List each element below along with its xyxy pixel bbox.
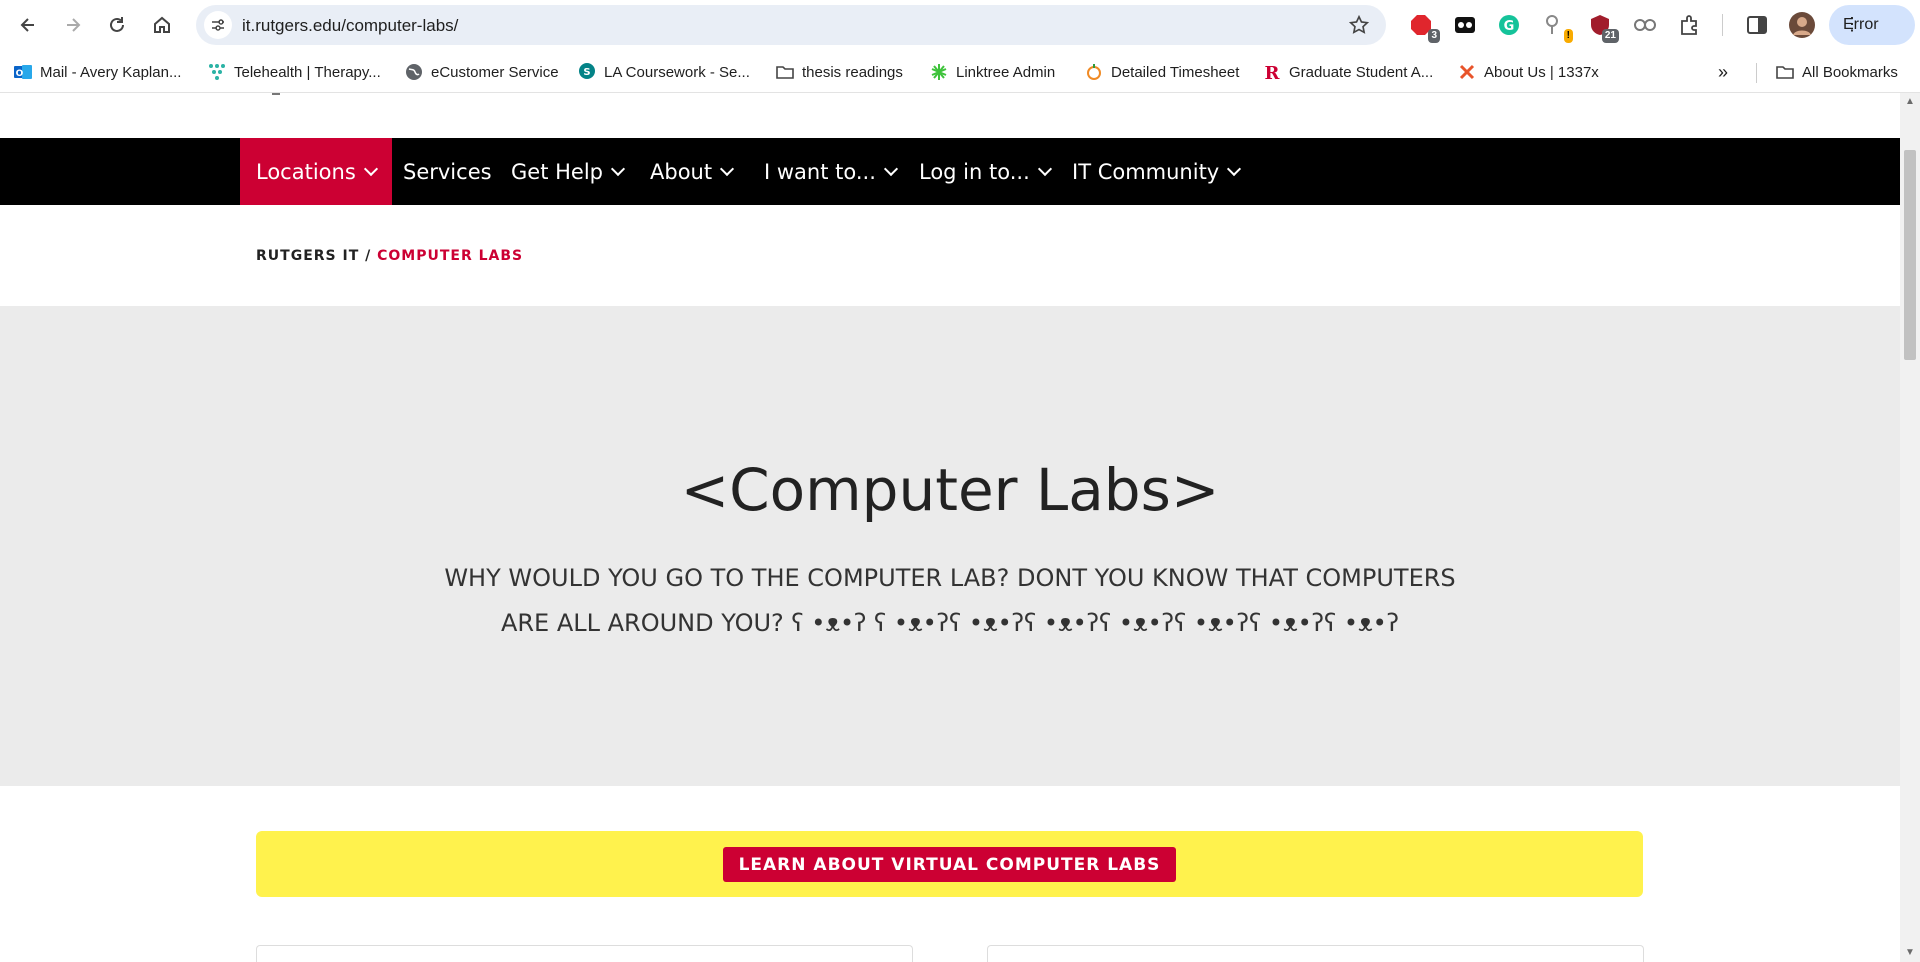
bookmark-item[interactable]: Linktree Admin [930,61,1055,83]
nav-item-get-help[interactable]: Get Help [511,138,626,205]
bookmark-item[interactable]: S LA Coursework - Se... [578,61,750,83]
site-info-icon[interactable] [204,11,232,39]
toolbar-divider [1722,14,1723,36]
browser-toolbar: it.rutgers.edu/computer-labs/ 3 G ! 21 E… [0,0,1920,50]
dots-icon [208,63,226,81]
lab-card [987,945,1644,962]
main-navigation: Locations Services Get Help About I want… [0,138,1900,205]
scroll-down-arrow-icon[interactable]: ▼ [1905,948,1915,958]
bookmarks-bar: O Mail - Avery Kaplan... Telehealth | Th… [0,50,1920,93]
timesheet-icon [1085,63,1103,81]
x-icon [1458,63,1476,81]
address-bar[interactable]: it.rutgers.edu/computer-labs/ [196,5,1386,45]
breadcrumb-home-link[interactable]: RUTGERS IT [256,248,359,264]
password-icon[interactable]: ! [1541,12,1573,43]
page-title: <Computer Labs> [680,456,1220,524]
breadcrumb-current: COMPUTER LABS [377,248,524,264]
grammarly-icon[interactable]: G [1496,12,1522,38]
chevron-down-icon [1037,161,1052,176]
chevron-down-icon [610,161,626,176]
outlook-icon: O [14,63,32,81]
hero-subtitle: WHY WOULD YOU GO TO THE COMPUTER LAB? DO… [444,564,1456,637]
scrollbar[interactable]: ▲ ▼ [1900,93,1920,962]
breadcrumb-separator: / [359,248,378,264]
chevron-down-icon [883,161,898,176]
back-arrow-icon [20,18,34,32]
mask-icon[interactable] [1452,12,1478,38]
all-bookmarks-button[interactable]: All Bookmarks [1776,61,1898,83]
side-panel-icon[interactable] [1744,12,1770,38]
folder-icon [1776,63,1794,81]
bookmarks-overflow-chevron-icon[interactable]: » [1718,61,1728,83]
puzzle-icon[interactable] [1677,12,1703,38]
chevron-down-icon [363,161,378,176]
url-text[interactable]: it.rutgers.edu/computer-labs/ [242,16,458,36]
nav-item-log-in-to[interactable]: Log in to... [919,138,1052,205]
svg-text:G: G [1504,19,1515,34]
rutgers-r-icon: R [1263,63,1281,81]
adblock-icon[interactable]: 3 [1408,12,1440,43]
link-icon[interactable] [1632,12,1658,38]
home-button[interactable] [148,11,176,39]
bookmark-item[interactable]: eCustomer Service [405,61,559,83]
page-viewport: Locations Services Get Help About I want… [0,93,1900,962]
bookmark-item[interactable]: R Graduate Student A... [1263,61,1434,83]
profile-error-button[interactable]: Error ⋮ [1829,5,1915,45]
bookmark-item[interactable]: O Mail - Avery Kaplan... [14,61,181,83]
bookmark-item[interactable]: thesis readings [776,61,903,83]
nav-item-locations[interactable]: Locations [240,138,392,205]
reload-icon [110,17,124,32]
breadcrumb: RUTGERS IT / COMPUTER LABS [256,248,523,264]
virtual-labs-callout: LEARN ABOUT VIRTUAL COMPUTER LABS [256,831,1643,897]
bookmark-item[interactable]: Detailed Timesheet [1085,61,1239,83]
linktree-icon [930,63,948,81]
nav-item-it-community[interactable]: IT Community [1072,138,1242,205]
nav-item-about[interactable]: About [650,138,735,205]
shield-icon[interactable]: 21 [1587,12,1619,43]
menu-kebab-icon[interactable]: ⋮ [1843,14,1903,34]
learn-virtual-labs-button[interactable]: LEARN ABOUT VIRTUAL COMPUTER LABS [723,847,1176,882]
bookmark-item[interactable]: Telehealth | Therapy... [208,61,381,83]
chevron-down-icon [720,161,735,176]
bookmark-star-icon[interactable] [1348,14,1370,36]
svg-text:S: S [583,67,590,78]
sharepoint-icon: S [578,63,596,81]
home-icon [154,16,170,33]
svg-text:O: O [16,69,24,79]
scroll-up-arrow-icon[interactable]: ▲ [1905,97,1915,107]
globe-icon [405,63,423,81]
header-remnant [272,93,280,95]
lab-card [256,945,913,962]
avatar[interactable] [1789,12,1815,38]
hero-banner: <Computer Labs> WHY WOULD YOU GO TO THE … [0,306,1900,786]
reload-button[interactable] [103,11,131,39]
svg-text:R: R [1265,63,1281,81]
nav-item-i-want-to[interactable]: I want to... [764,138,898,205]
bookmarks-divider [1756,63,1757,83]
nav-item-services[interactable]: Services [403,138,492,205]
folder-icon [776,63,794,81]
forward-arrow-icon [67,18,81,32]
scroll-thumb[interactable] [1904,150,1916,360]
bookmark-item[interactable]: About Us | 1337x [1458,61,1599,83]
forward-button[interactable] [59,11,87,39]
chevron-down-icon [1227,161,1242,176]
back-button[interactable] [14,11,42,39]
